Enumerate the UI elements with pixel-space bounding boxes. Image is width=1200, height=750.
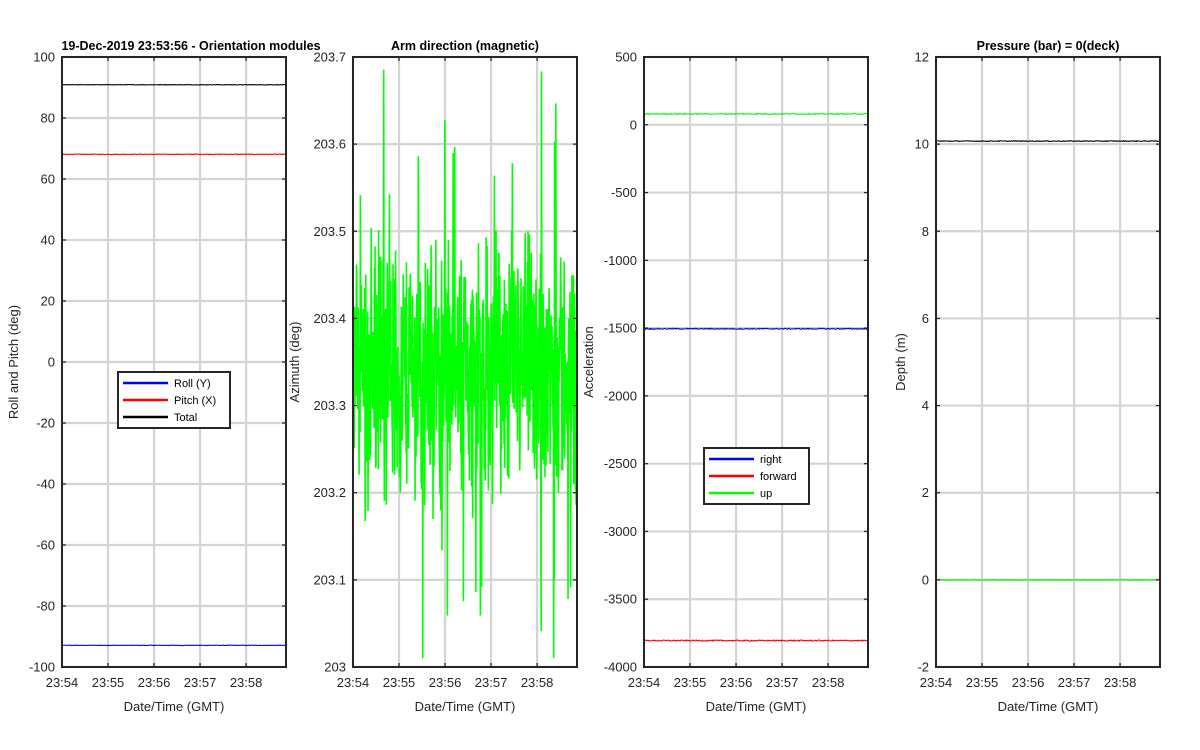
- y-tick-label: -3500: [604, 592, 637, 607]
- y-tick-label: 203.1: [313, 572, 346, 587]
- legend-entry: up: [760, 488, 772, 500]
- y-tick-label: -40: [36, 477, 55, 492]
- y-tick-label: 0: [630, 117, 637, 132]
- panel-title: Pressure (bar) = 0(deck): [977, 39, 1120, 53]
- y-tick-label: -4000: [604, 660, 637, 675]
- plot-area: [936, 57, 1160, 667]
- legend: Roll (Y) Pitch (X) Total: [117, 371, 231, 429]
- y-tick-label: 20: [41, 294, 55, 309]
- y-tick-label: -100: [29, 660, 55, 675]
- y-tick-label: 60: [41, 172, 55, 187]
- y-tick-label: -1000: [604, 253, 637, 268]
- plot-area: [644, 57, 868, 667]
- y-tick-label: 40: [41, 233, 55, 248]
- y-tick-label: -500: [611, 185, 637, 200]
- y-axis-label: Acceleration: [581, 326, 596, 398]
- y-tick-label: 203.3: [313, 398, 346, 413]
- y-tick-label: -80: [36, 599, 55, 614]
- x-tick-label: 23:56: [1012, 675, 1045, 690]
- y-tick-label: -60: [36, 538, 55, 553]
- y-tick-label: 12: [915, 50, 929, 65]
- y-tick-label: 10: [915, 137, 929, 152]
- x-tick-label: 23:58: [1104, 675, 1137, 690]
- y-tick-label: 0: [922, 572, 929, 587]
- y-tick-label: 203: [324, 660, 346, 675]
- x-tick-label: 23:57: [1058, 675, 1091, 690]
- y-tick-label: 500: [615, 50, 637, 65]
- legend-entry: Total: [174, 412, 197, 424]
- x-tick-label: 23:54: [628, 675, 661, 690]
- panel-3: 23:54 23:55 23:56 23:57 23:58 -4000 -3500 -3000…: [581, 50, 869, 714]
- legend-entry: Roll (Y): [174, 378, 211, 390]
- x-tick-label: 23:58: [521, 675, 554, 690]
- y-tick-label: 203.4: [313, 311, 346, 326]
- panel-4: 23:54 23:55 23:56 23:57 23:58 -2 0 2 4 6 8 10 12 Date…: [893, 39, 1161, 714]
- x-tick-label: 23:57: [766, 675, 799, 690]
- y-tick-label: -1500: [604, 321, 637, 336]
- x-tick-label: 23:58: [230, 675, 263, 690]
- y-tick-label: -2000: [604, 388, 637, 403]
- y-tick-label: 80: [41, 111, 55, 126]
- x-axis-label: Date/Time (GMT): [998, 699, 1099, 714]
- series-line-pitch-x: [62, 153, 286, 156]
- y-tick-label: -20: [36, 416, 55, 431]
- y-tick-label: 203.6: [313, 137, 346, 152]
- x-tick-label: 23:54: [920, 675, 953, 690]
- x-tick-label: 23:56: [429, 675, 462, 690]
- panel-1: 23:54 23:55 23:56 23:57 23:58 -100 -80 -60 -40 -2…: [6, 39, 321, 714]
- x-tick-label: 23:57: [475, 675, 508, 690]
- x-tick-label: 23:55: [383, 675, 416, 690]
- y-tick-label: 8: [922, 224, 929, 239]
- y-axis-label: Depth (m): [893, 333, 908, 391]
- series-line-1: [936, 140, 1160, 143]
- y-tick-label: 0: [48, 355, 55, 370]
- y-tick-label: 203.5: [313, 224, 346, 239]
- figure: 23:54 23:55 23:56 23:57 23:58 -100 -80 -60 -40 -2…: [6, 39, 1161, 714]
- x-axis-label: Date/Time (GMT): [415, 699, 516, 714]
- x-tick-label: 23:56: [138, 675, 171, 690]
- y-tick-label: -2500: [604, 456, 637, 471]
- panel-2: 23:54 23:55 23:56 23:57 23:58 203 203.1 203.2 20…: [287, 39, 578, 714]
- y-tick-label: 6: [922, 311, 929, 326]
- x-tick-label: 23:54: [337, 675, 370, 690]
- x-tick-label: 23:55: [966, 675, 999, 690]
- x-tick-label: 23:56: [720, 675, 753, 690]
- y-axis-label: Roll and Pitch (deg): [6, 305, 21, 419]
- x-tick-label: 23:54: [46, 675, 79, 690]
- legend: right forward up: [703, 447, 810, 505]
- legend-entry: forward: [760, 471, 797, 483]
- x-axis-label: Date/Time (GMT): [124, 699, 225, 714]
- y-tick-label: 4: [922, 398, 929, 413]
- series-line-forward: [644, 639, 868, 642]
- y-axis-label: Azimuth (deg): [287, 322, 302, 403]
- x-tick-label: 23:57: [184, 675, 217, 690]
- x-axis-label: Date/Time (GMT): [706, 699, 807, 714]
- y-tick-label: -3000: [604, 524, 637, 539]
- y-tick-label: 2: [922, 485, 929, 500]
- x-tick-label: 23:55: [92, 675, 125, 690]
- legend-entry: Pitch (X): [174, 395, 216, 407]
- x-tick-label: 23:55: [674, 675, 707, 690]
- y-tick-label: 100: [33, 50, 55, 65]
- panel-title: Arm direction (magnetic): [391, 39, 539, 53]
- x-tick-label: 23:58: [812, 675, 845, 690]
- y-tick-label: 203.7: [313, 50, 346, 65]
- y-tick-label: -2: [917, 660, 929, 675]
- panel-title: 19-Dec-2019 23:53:56 - Orientation modul…: [61, 39, 320, 53]
- legend-entry: right: [760, 454, 781, 466]
- y-tick-label: 203.2: [313, 485, 346, 500]
